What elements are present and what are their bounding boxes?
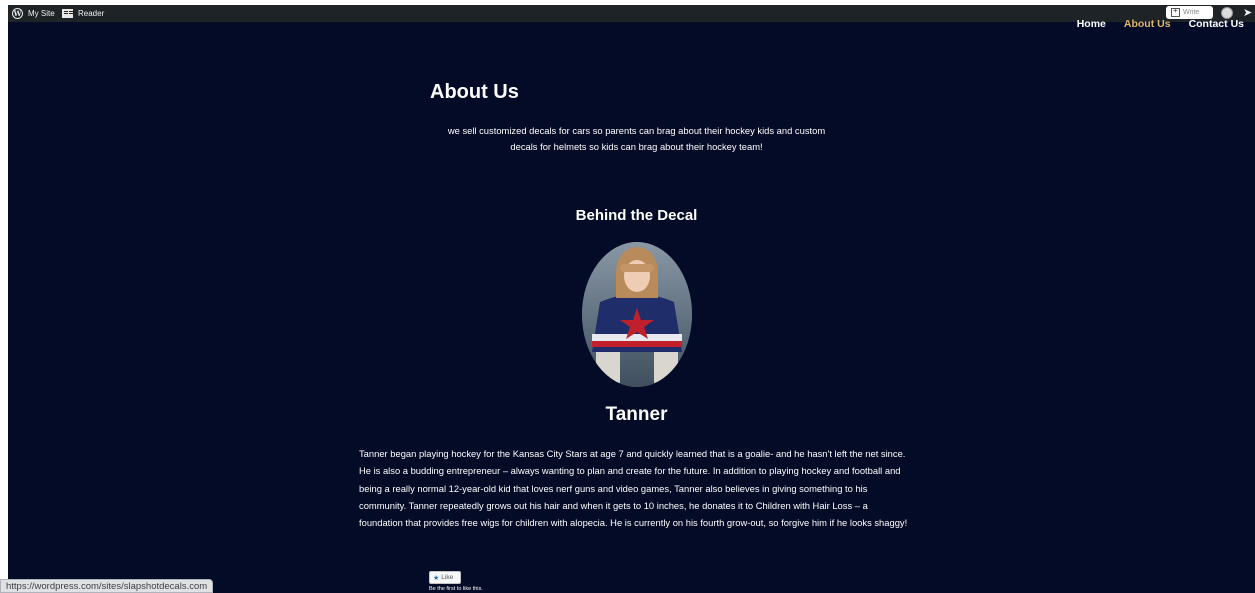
reader-icon (62, 9, 73, 18)
page-title: About Us (430, 81, 519, 103)
reader-link[interactable]: Reader (62, 5, 104, 22)
write-label: Write (1183, 9, 1200, 16)
reader-label: Reader (78, 9, 105, 18)
my-site-label: My Site (28, 9, 55, 18)
like-label: Like (441, 574, 454, 581)
nav-item-about-us[interactable]: About Us (1124, 18, 1171, 30)
status-bar-url: https://wordpress.com/sites/slapshotdeca… (0, 579, 214, 593)
write-icon (1171, 6, 1180, 17)
star-icon: ★ (433, 574, 440, 582)
section-title: Behind the Decal (575, 207, 698, 224)
like-prompt: Be the first to like this. (429, 586, 483, 592)
admin-bar: W My Site Reader Write ➤ (8, 5, 1255, 22)
intro-text: we sell customized decals for cars so pa… (447, 125, 826, 152)
site-navigation: Home About Us Contact Us (1077, 18, 1244, 30)
bio-text: Tanner began playing hockey for the Kans… (359, 448, 908, 529)
my-site-link[interactable]: W My Site (12, 5, 55, 22)
tanner-photo (582, 242, 692, 387)
notification-icon[interactable]: ➤ (1243, 5, 1252, 22)
wordpress-logo-icon: W (12, 8, 23, 19)
like-button[interactable]: ★ Like (429, 571, 461, 584)
person-name: Tanner (605, 404, 668, 425)
nav-item-home[interactable]: Home (1077, 18, 1106, 30)
nav-item-contact-us[interactable]: Contact Us (1189, 18, 1244, 30)
page-frame: W My Site Reader Write ➤ Home About Us C… (8, 5, 1255, 593)
